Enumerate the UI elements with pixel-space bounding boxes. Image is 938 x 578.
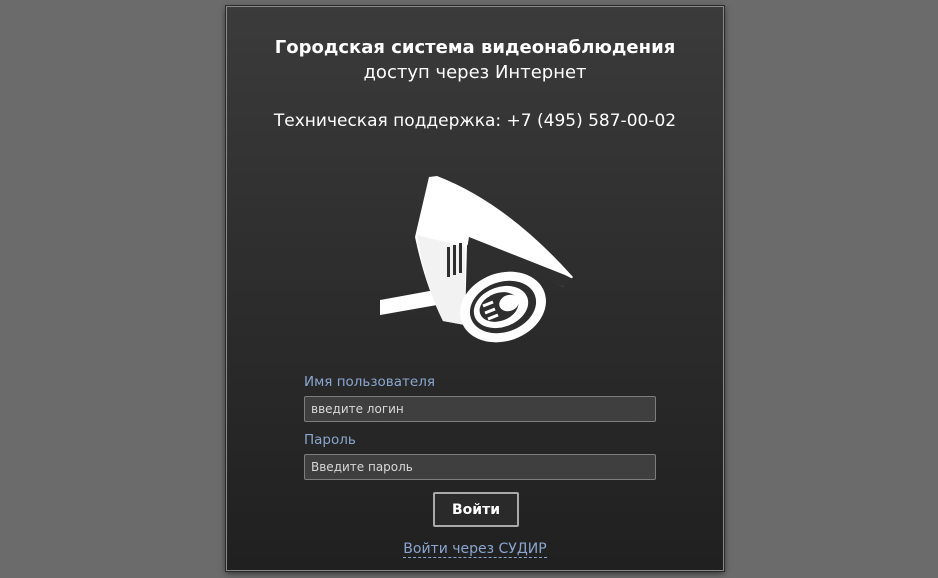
sso-login-link[interactable]: Войти через СУДИР: [403, 541, 547, 558]
login-panel: Городская система видеонаблюдения доступ…: [226, 6, 724, 571]
login-button[interactable]: Войти: [433, 492, 519, 527]
sso-login-container: Войти через СУДИР: [227, 539, 723, 559]
support-phone: Техническая поддержка: +7 (495) 587-00-0…: [273, 111, 677, 131]
username-label: Имя пользователя: [304, 374, 435, 390]
page-title: Городская система видеонаблюдения: [274, 37, 676, 58]
username-input[interactable]: [304, 396, 656, 422]
surveillance-camera-icon: [380, 176, 573, 343]
page-subtitle: доступ через Интернет: [363, 62, 587, 83]
password-label: Пароль: [304, 432, 356, 448]
password-input[interactable]: [304, 454, 656, 480]
